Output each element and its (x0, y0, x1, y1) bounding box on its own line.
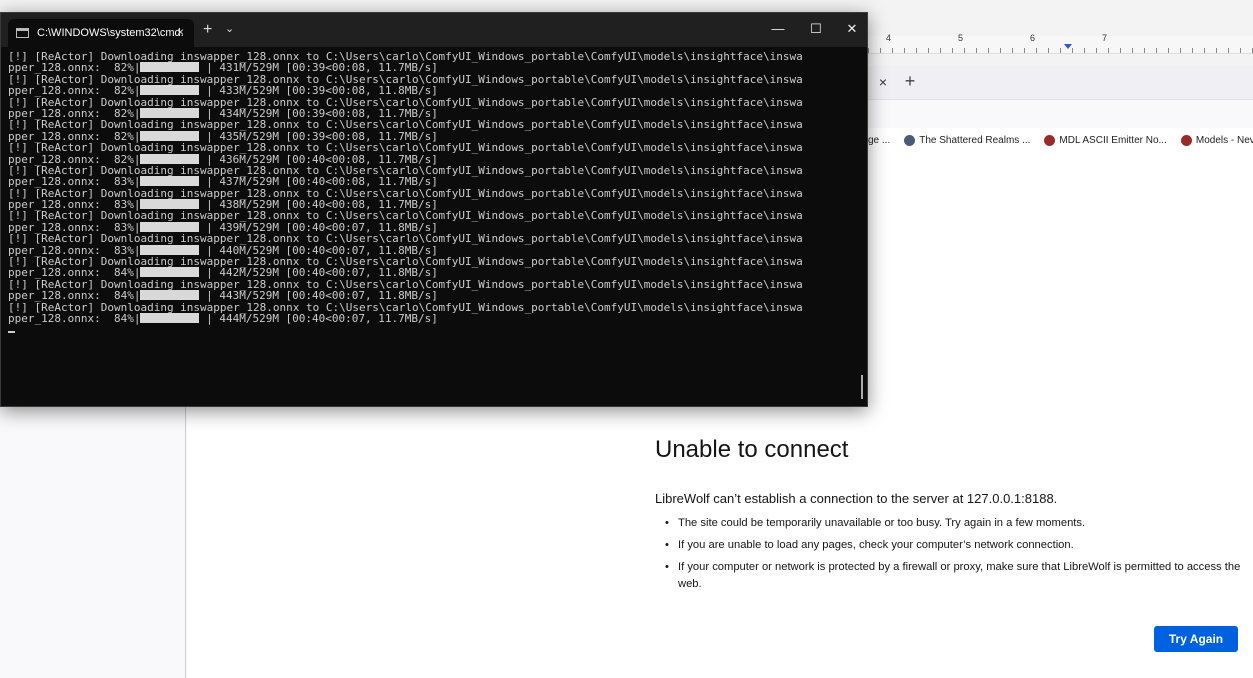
progress-bar (140, 290, 200, 301)
minimize-button[interactable]: — (763, 19, 793, 39)
browser-tab-bar (868, 66, 1253, 100)
progress-bar (140, 199, 200, 210)
chevron-down-icon[interactable]: ⌄ (225, 22, 234, 35)
terminal-window[interactable]: C:\WINDOWS\system32\cmd. × + ⌄ — ☐ ✕ [!]… (0, 12, 868, 407)
progress-bar (140, 244, 200, 255)
progress-bar (140, 176, 200, 187)
error-title: Unable to connect (655, 436, 849, 463)
progress-bar (140, 267, 200, 278)
ruler-number: 7 (1102, 33, 1108, 43)
progress-bar (140, 62, 200, 73)
bookmark-item[interactable]: Models - Neverwinter ... (1180, 134, 1253, 146)
progress-bar (140, 107, 200, 118)
terminal-output[interactable]: [!] [ReActor] Downloading inswapper_128.… (8, 51, 848, 401)
ruler-number: 4 (886, 33, 892, 43)
new-tab-button[interactable]: + (899, 70, 921, 94)
document-ruler: 4 5 6 7 (868, 33, 1253, 54)
ruler-ticks (868, 48, 1253, 53)
progress-bar (140, 221, 200, 232)
bookmark-label: The Shattered Realms ... (919, 134, 1031, 146)
side-panel (0, 407, 186, 678)
bookmark-item[interactable]: ge ... (868, 135, 890, 146)
ruler-number: 5 (958, 33, 964, 43)
error-suggestion-item: If you are unable to load any pages, che… (655, 537, 1245, 554)
progress-bar (140, 85, 200, 96)
progress-bar (140, 130, 200, 141)
bookmark-item[interactable]: The Shattered Realms ... (904, 134, 1031, 146)
new-tab-icon[interactable]: + (203, 21, 212, 39)
error-suggestions: The site could be temporarily unavailabl… (655, 515, 1245, 598)
terminal-prompt-line (8, 324, 848, 335)
terminal-scrollbar[interactable] (861, 375, 863, 399)
close-button[interactable]: ✕ (837, 19, 867, 39)
terminal-tab[interactable]: C:\WINDOWS\system32\cmd. × (8, 19, 194, 47)
terminal-tab-title: C:\WINDOWS\system32\cmd. (37, 27, 184, 39)
terminal-title-bar[interactable]: C:\WINDOWS\system32\cmd. × + ⌄ — ☐ ✕ (1, 13, 867, 47)
terminal-icon (16, 28, 29, 38)
terminal-progress-line: pper_128.onnx: 84%| | 444M/529M [00:40<0… (8, 313, 848, 324)
error-description: LibreWolf can’t establish a connection t… (655, 491, 1058, 506)
bookmarks-toolbar: ge ... The Shattered Realms ... MDL ASCI… (868, 128, 1253, 152)
maximize-button[interactable]: ☐ (801, 19, 831, 39)
progress-bar (140, 153, 200, 164)
ruler-number: 6 (1030, 33, 1036, 43)
close-tab-icon[interactable]: × (177, 25, 184, 39)
bookmark-label: Models - Neverwinter ... (1195, 134, 1253, 146)
error-suggestion-item: If your computer or network is protected… (655, 559, 1245, 593)
bookmark-label: ge ... (868, 134, 891, 146)
progress-percent: 84%| (113, 311, 141, 325)
tab-close-icon[interactable]: × (872, 70, 894, 94)
terminal-progress-line: pper_128.onnx: 84%| | 443M/529M [00:40<0… (8, 290, 848, 301)
progress-stats: | 444M/529M [00:40<00:07, 11.7MB/s] (199, 311, 438, 325)
try-again-button[interactable]: Try Again (1154, 626, 1238, 652)
neverwinter-icon (1180, 134, 1192, 146)
neverwinter-icon (1044, 134, 1056, 146)
progress-bar (140, 312, 200, 323)
error-suggestion-item: The site could be temporarily unavailabl… (655, 515, 1245, 532)
globe-icon (904, 134, 916, 146)
terminal-cursor (8, 331, 15, 334)
progress-filename: pper_128.onnx: (8, 311, 114, 325)
terminal-progress-line: pper_128.onnx: 83%| | 437M/529M [00:40<0… (8, 176, 848, 187)
terminal-progress-line: pper_128.onnx: 82%| | 433M/529M [00:39<0… (8, 85, 848, 96)
bookmark-label: MDL ASCII Emitter No... (1059, 134, 1167, 146)
bookmark-item[interactable]: MDL ASCII Emitter No... (1044, 134, 1167, 146)
